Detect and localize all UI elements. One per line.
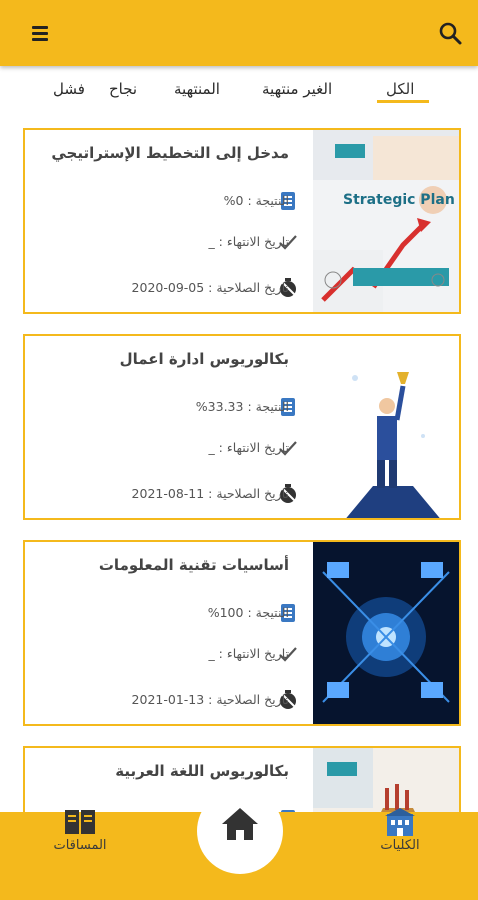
course-title: أساسيات تقنية المعلومات [98,556,289,574]
course-end-date: تاريخ الانتهاء : _ [208,234,289,249]
course-title: بكالوريوس ادارة اعمال [119,350,289,368]
app-header [0,0,478,66]
tab-finished[interactable]: المنتهية [174,80,220,98]
nav-colleges-label: الكليات [380,838,420,853]
course-expiry: تاريخ الصلاحية : 13-01-2021 [131,692,289,707]
menu-icon[interactable] [28,22,54,46]
nav-colleges[interactable]: الكليات [345,806,455,856]
nav-courses-label: المساقات [53,838,107,853]
course-expiry: تاريخ الصلاحية : 05-09-2020 [131,280,289,295]
course-end-date: تاريخ الانتهاء : _ [208,646,289,661]
tab-unfinished[interactable]: الغير منتهية [262,80,332,98]
tab-all[interactable]: الكل [386,80,414,98]
nav-courses[interactable]: المساقات [25,806,135,856]
course-result: النتيجة : 0% [223,193,289,208]
course-card[interactable]: Strategic Plan مدخل إلى التخطيط الإسترات… [23,128,461,314]
search-icon[interactable] [437,20,463,46]
image-caption: Strategic Plan [343,192,455,208]
building-icon [385,808,415,836]
course-image: Strategic Plan [313,130,459,312]
filter-tabs: الكل الغير منتهية المنتهية نجاح فشل [0,72,478,116]
course-result: النتيجة : 33.33% [195,399,289,414]
book-icon [65,810,95,834]
course-title: بكالوريوس اللغة العربية [115,762,289,780]
course-result: النتيجة : 100% [207,605,289,620]
course-title: مدخل إلى التخطيط الإستراتيجي [51,144,289,162]
course-card[interactable]: بكالوريوس ادارة اعمال النتيجة : 33.33% ت… [23,334,461,520]
course-expiry: تاريخ الصلاحية : 11-08-2021 [131,486,289,501]
course-card[interactable]: أساسيات تقنية المعلومات النتيجة : 100% ت… [23,540,461,726]
course-image [313,542,459,724]
active-tab-indicator [377,100,429,103]
tab-fail[interactable]: فشل [53,80,85,98]
tab-success[interactable]: نجاح [109,80,137,98]
home-icon[interactable] [220,806,260,842]
course-image [313,336,459,518]
course-end-date: تاريخ الانتهاء : _ [208,440,289,455]
